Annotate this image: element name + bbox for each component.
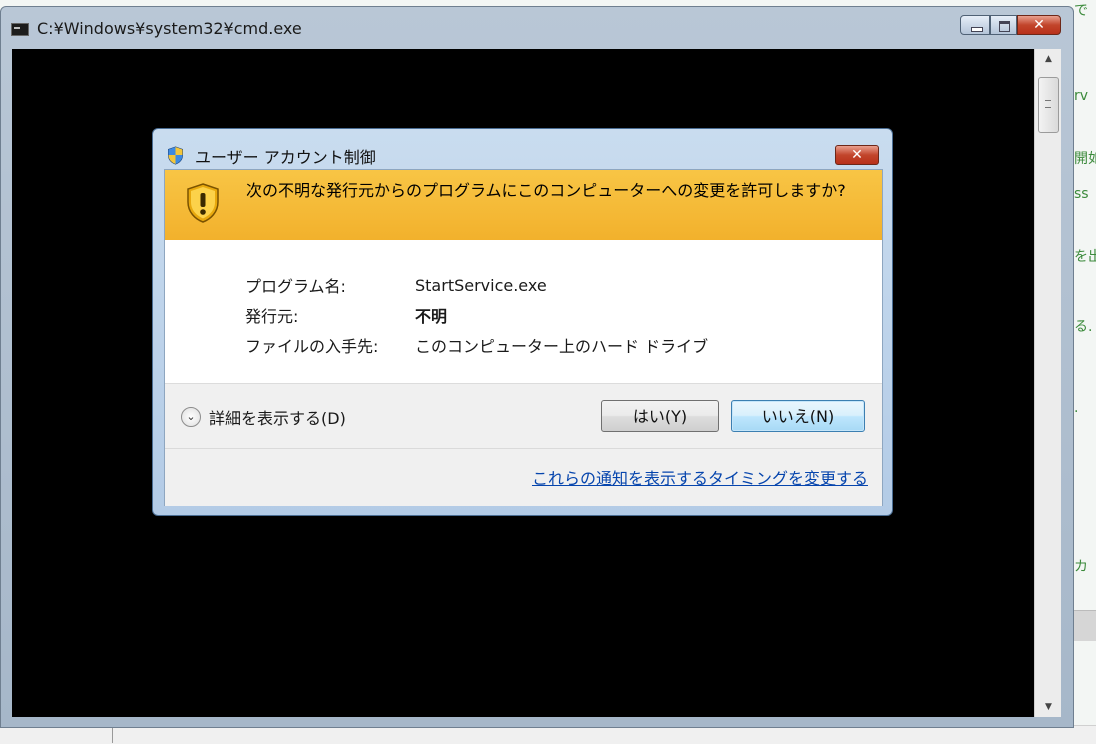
- show-details-toggle[interactable]: ⌄ 詳細を表示する(D): [181, 405, 346, 429]
- background-text: 開如: [1074, 151, 1096, 167]
- scroll-up-arrow-icon[interactable]: ▲: [1035, 49, 1062, 69]
- uac-dialog: ユーザー アカウント制御 ✕ 次の不明な発行元からのプログラムにこのコンピュータ…: [152, 128, 893, 516]
- background-text: rv: [1074, 88, 1089, 104]
- program-info: プログラム名: StartService.exe 発行元: 不明 ファイルの入手…: [245, 270, 708, 360]
- change-notification-settings-link[interactable]: これらの通知を表示するタイミングを変更する: [532, 465, 868, 489]
- chevron-down-icon[interactable]: ⌄: [181, 407, 201, 427]
- uac-body: 次の不明な発行元からのプログラムにこのコンピューターへの変更を許可しますか? プ…: [164, 169, 883, 506]
- console-caption-buttons: ✕: [960, 15, 1061, 37]
- uac-close-button[interactable]: ✕: [835, 145, 879, 165]
- background-text: ss: [1074, 186, 1089, 202]
- background-text: る.: [1074, 319, 1093, 335]
- maximize-button[interactable]: [990, 15, 1017, 35]
- console-app-icon[interactable]: [11, 23, 29, 36]
- uac-question: 次の不明な発行元からのプログラムにこのコンピューターへの変更を許可しますか?: [246, 181, 846, 200]
- uac-footer: ⌄ 詳細を表示する(D) はい(Y) いいえ(N) これらの通知を表示するタイミ…: [165, 383, 882, 506]
- file-origin-label: ファイルの入手先:: [245, 337, 379, 356]
- file-origin-value: このコンピューター上のハード ドライブ: [415, 337, 709, 356]
- uac-titlebar[interactable]: ユーザー アカウント制御 ✕: [153, 129, 892, 169]
- console-titlebar[interactable]: C:¥Windows¥system32¥cmd.exe ✕: [1, 7, 1073, 47]
- warning-shield-icon: [187, 183, 219, 223]
- background-text: カ: [1074, 559, 1088, 575]
- footer-divider: [165, 448, 882, 449]
- show-details-label[interactable]: 詳細を表示する(D): [209, 405, 346, 429]
- background-text: .: [1074, 400, 1079, 416]
- info-row-program: プログラム名: StartService.exe: [245, 270, 708, 300]
- program-name-label: プログラム名:: [245, 277, 346, 296]
- yes-button[interactable]: はい(Y): [601, 400, 719, 432]
- publisher-label: 発行元:: [245, 307, 299, 326]
- uac-title: ユーザー アカウント制御: [195, 148, 376, 167]
- uac-shield-icon: [168, 146, 183, 165]
- scrollbar-thumb[interactable]: [1038, 77, 1059, 133]
- background-panel: [1074, 610, 1096, 641]
- info-row-publisher: 発行元: 不明: [245, 300, 708, 330]
- console-title: C:¥Windows¥system32¥cmd.exe: [37, 19, 302, 38]
- close-button[interactable]: ✕: [1017, 15, 1061, 35]
- publisher-value: 不明: [415, 307, 448, 326]
- program-name-value: StartService.exe: [415, 275, 547, 295]
- no-button[interactable]: いいえ(N): [731, 400, 865, 432]
- info-row-origin: ファイルの入手先: このコンピューター上のハード ドライブ: [245, 330, 708, 360]
- minimize-button[interactable]: [960, 15, 990, 35]
- console-scrollbar[interactable]: ▲ ▼: [1034, 49, 1061, 717]
- scroll-down-arrow-icon[interactable]: ▼: [1035, 697, 1062, 717]
- background-text: で: [1074, 3, 1088, 19]
- background-text: を出: [1074, 249, 1096, 265]
- uac-warning-banner: 次の不明な発行元からのプログラムにこのコンピューターへの変更を許可しますか?: [165, 170, 882, 240]
- close-icon: ✕: [1033, 17, 1045, 33]
